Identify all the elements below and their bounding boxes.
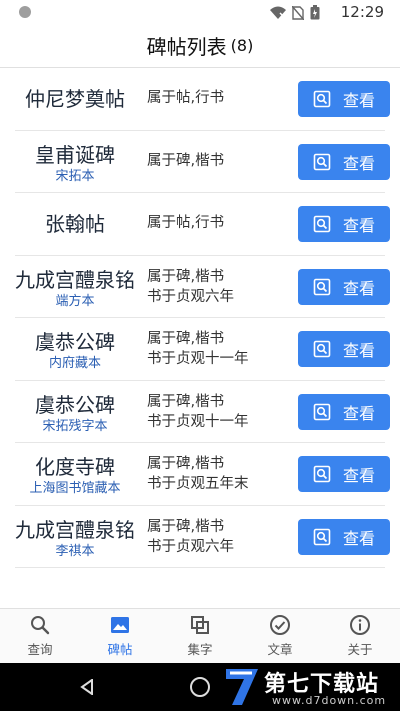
stele-name: 张翰帖 — [45, 212, 105, 236]
search-doc-icon — [313, 90, 331, 108]
battery-icon — [310, 5, 320, 20]
view-button-label: 查看 — [342, 466, 375, 485]
view-button-label: 查看 — [342, 91, 375, 110]
view-button[interactable]: 查看 — [298, 518, 390, 555]
stele-edition: 宋拓本 — [55, 168, 95, 184]
tab-collect-chars-label: 集字 — [187, 642, 213, 657]
info-icon — [350, 615, 370, 635]
view-button-label: 查看 — [342, 278, 375, 298]
stele-description: 属于碑,楷书 — [147, 268, 225, 285]
list-item: 张翰帖 属于帖,行书 查看 — [15, 193, 390, 256]
view-button[interactable]: 查看 — [298, 331, 390, 367]
view-button[interactable]: 查看 — [298, 81, 390, 117]
status-bar: 12:29 — [0, 0, 400, 24]
stele-name: 仲尼梦奠帖 — [25, 87, 125, 111]
back-icon[interactable] — [80, 679, 94, 695]
stele-name: 化度寺碑 — [35, 455, 115, 479]
home-icon[interactable] — [190, 677, 210, 697]
tab-steles[interactable]: 碑帖 — [80, 609, 160, 663]
stele-edition: 内府藏本 — [48, 356, 101, 371]
check-circle-icon — [270, 615, 290, 635]
wifi-off-icon — [270, 6, 286, 19]
tab-search-label: 查询 — [27, 642, 53, 657]
stele-description: 属于碑,楷书 — [147, 393, 225, 410]
view-button-label: 查看 — [342, 528, 375, 548]
view-button[interactable]: 查看 — [298, 206, 390, 242]
stele-description: 属于碑,楷书 — [147, 152, 225, 169]
tab-steles-label: 碑帖 — [107, 642, 133, 657]
stele-description: 书于贞观五年末 — [147, 476, 249, 492]
no-sim-icon — [292, 5, 304, 20]
search-doc-icon — [313, 465, 331, 483]
status-time: 12:29 — [340, 3, 384, 21]
stele-edition: 上海图书馆藏本 — [29, 481, 121, 496]
stele-list: 仲尼梦奠帖 属于帖,行书 查看 皇甫诞碑 宋拓本 属于碑,楷书 查看 张翰帖 属于帖,行书 查看九… — [0, 68, 400, 568]
item-count: (8) — [230, 36, 254, 55]
stele-description: 属于碑,楷书 — [147, 331, 225, 347]
view-button-label: 查看 — [342, 403, 375, 423]
stele-description: 属于碑,楷书 — [147, 456, 225, 472]
stele-description: 书于贞观六年 — [147, 538, 234, 555]
copy-icon — [191, 616, 209, 634]
tab-collect-chars[interactable]: 集字 — [160, 609, 240, 663]
search-icon — [31, 616, 50, 635]
stele-name: 皇甫诞碑 — [35, 142, 115, 167]
tab-articles-label: 文章 — [267, 642, 293, 657]
stele-description: 属于帖,行书 — [147, 90, 225, 106]
status-icons — [270, 5, 320, 20]
watermark-logo-icon — [226, 669, 258, 705]
list-item: 九成宫醴泉铭 李祺本 属于碑,楷书 书于贞观六年 查看 — [15, 506, 390, 568]
stele-name: 九成宫醴泉铭 — [15, 267, 135, 292]
stele-description: 属于碑,楷书 — [147, 518, 225, 535]
list-item: 虞恭公碑内府藏本 属于碑,楷书书于贞观十一年 查看 — [15, 318, 390, 381]
notification-dot-icon — [19, 6, 31, 18]
watermark-url: www.d7down.com — [272, 694, 387, 707]
image-icon — [111, 617, 129, 633]
list-item: 化度寺碑上海图书馆藏本 属于碑,楷书书于贞观五年末 查看 — [15, 443, 390, 506]
stele-description: 书于贞观六年 — [147, 288, 234, 305]
system-nav-bar: 第七下载站 www.d7down.com — [0, 663, 400, 711]
list-item: 皇甫诞碑 宋拓本 属于碑,楷书 查看 — [15, 131, 390, 193]
view-button-label: 查看 — [342, 153, 375, 173]
page-title: 碑帖列表 — [146, 35, 227, 59]
view-button[interactable]: 查看 — [298, 268, 390, 305]
search-doc-icon — [313, 340, 331, 358]
view-button[interactable]: 查看 — [298, 456, 390, 492]
stele-name: 九成宫醴泉铭 — [15, 517, 135, 542]
search-doc-icon — [313, 528, 331, 545]
stele-edition: 李祺本 — [55, 543, 95, 559]
tab-articles[interactable]: 文章 — [240, 609, 320, 663]
stele-description: 书于贞观十一年 — [147, 351, 249, 367]
search-doc-icon — [313, 403, 331, 420]
tab-about[interactable]: 关于 — [320, 609, 400, 663]
stele-description: 书于贞观十一年 — [147, 413, 249, 430]
search-doc-icon — [313, 278, 331, 295]
view-button-label: 查看 — [342, 216, 375, 235]
view-button[interactable]: 查看 — [298, 143, 390, 180]
list-item: 仲尼梦奠帖 属于帖,行书 查看 — [15, 68, 390, 131]
stele-edition: 端方本 — [55, 293, 95, 309]
stele-description: 属于帖,行书 — [147, 215, 225, 231]
stele-edition: 宋拓残字本 — [42, 418, 108, 434]
view-button-label: 查看 — [342, 341, 375, 360]
view-button[interactable]: 查看 — [298, 393, 390, 430]
stele-name: 虞恭公碑 — [35, 330, 115, 354]
search-doc-icon — [313, 215, 331, 233]
tab-search[interactable]: 查询 — [0, 609, 80, 663]
bottom-tab-bar: 查询 碑帖 集字 文章 关于 — [0, 608, 400, 663]
stele-name: 虞恭公碑 — [35, 392, 115, 417]
watermark: 第七下载站 www.d7down.com — [222, 663, 392, 711]
tab-about-label: 关于 — [347, 642, 373, 657]
search-doc-icon — [313, 153, 331, 170]
app-header: 碑帖列表 (8) — [0, 24, 400, 68]
list-item: 虞恭公碑 宋拓残字本 属于碑,楷书书于贞观十一年 查看 — [15, 381, 390, 443]
list-item: 九成宫醴泉铭 端方本 属于碑,楷书 书于贞观六年 查看 — [15, 256, 390, 318]
